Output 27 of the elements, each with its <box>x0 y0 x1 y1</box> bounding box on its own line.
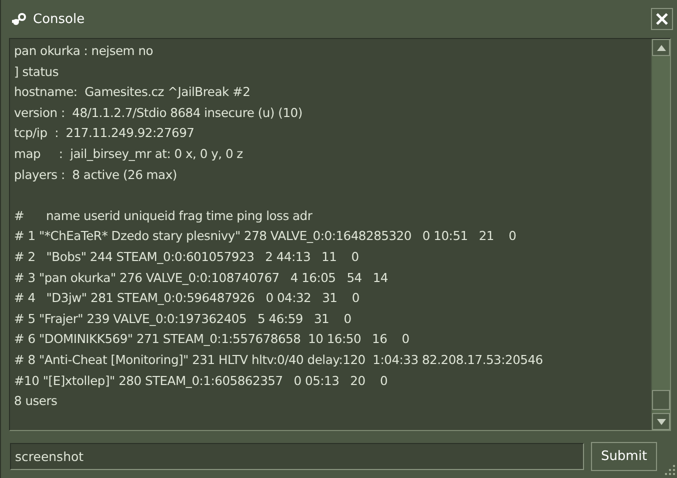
scrollbar[interactable] <box>651 39 670 430</box>
submit-button[interactable]: Submit <box>591 442 657 471</box>
console-line: #10 "[E]xtollep]" 280 STEAM_0:1:605862357 0 05:13 20 0 <box>14 372 389 390</box>
console-line: map : jail_birsey_mr at: 0 x, 0 y, 0 z <box>14 146 244 163</box>
console-line: # name userid uniqueid frag time ping loss adr <box>14 208 314 225</box>
console-line: 8 users <box>14 393 58 410</box>
console-line: # 5 "Frajer" 239 VALVE_0:0:197362405 5 46:59 31 0 <box>14 310 352 328</box>
console-line: # 2 "Bobs" 244 STEAM_0:0:601057923 2 44:13 11 0 <box>14 248 360 266</box>
scroll-up-icon[interactable] <box>652 39 670 56</box>
console-line: # 1 "*ChEaTeR* Dzedo stary plesnivy" 278 VALVE_0:0:1648285320 0 10:51 21 0 <box>14 228 518 246</box>
close-button[interactable] <box>651 8 673 30</box>
console-line: hostname: Gamesites.cz ^JailBreak #2 <box>14 84 252 102</box>
console-line: # 8 "Anti-Cheat [Monitoring]" 231 HLTV hltv:0/40 delay:120 1:04:33 82.208.17.53:20546 <box>14 352 544 369</box>
window-title: Console <box>33 12 85 26</box>
console-line: # 4 "D3jw" 281 STEAM_0:0:596487926 0 04:32 31 0 <box>14 290 360 308</box>
console-line: ] status <box>14 64 60 81</box>
scroll-down-icon[interactable] <box>652 413 670 430</box>
scrollbar-thumb[interactable] <box>652 390 670 410</box>
console-line: version : 48/1.1.2.7/Stdio 8684 insecure (u) (10) <box>14 104 304 122</box>
command-input[interactable]: screenshot <box>10 443 584 470</box>
console-line: # 6 "DOMINIKK569" 271 STEAM_0:1:557678658 10 16:50 16 0 <box>14 331 410 348</box>
console-line: tcp/ip : 217.11.249.92:27697 <box>14 125 196 142</box>
close-icon <box>655 12 669 26</box>
console-line: players : 8 active (26 max) <box>14 166 178 184</box>
console-line: # 3 "pan okurka" 276 VALVE_0:0:108740767 4 16:05 54 14 <box>14 270 390 287</box>
console-line: pan okurka : nejsem no <box>14 43 154 60</box>
resize-grip-icon[interactable] <box>665 465 675 475</box>
